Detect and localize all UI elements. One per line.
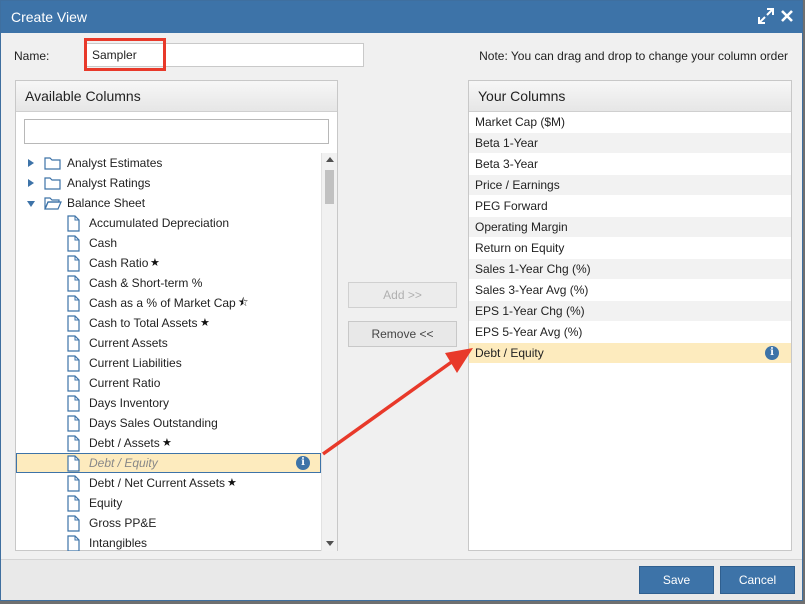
column-filter-input[interactable] <box>24 119 329 144</box>
selected-column-item[interactable]: EPS 5-Year Avg (%) <box>469 322 791 343</box>
tree-item[interactable]: Debt / Assets ★ <box>16 433 321 453</box>
selected-column-label: Sales 3-Year Avg (%) <box>475 283 589 297</box>
star-icon: ★ <box>227 477 237 489</box>
selected-column-item[interactable]: Market Cap ($M) <box>469 112 791 133</box>
selected-column-item[interactable]: Beta 1-Year <box>469 133 791 154</box>
your-columns-list: Market Cap ($M) Beta 1-Year Beta 3-Year Pri… <box>469 112 791 364</box>
dialog-title: Create View <box>11 9 88 25</box>
selected-column-item[interactable]: Beta 3-Year <box>469 154 791 175</box>
tree-item[interactable]: Cash Ratio ★ <box>16 253 321 273</box>
tree-item[interactable]: Debt / Equity i <box>16 453 321 473</box>
tree-folder[interactable]: Analyst Ratings <box>16 173 321 193</box>
selected-column-label: Debt / Equity <box>475 346 544 360</box>
selected-column-item[interactable]: Debt / Equity i <box>469 343 791 364</box>
selected-column-label: Return on Equity <box>475 241 565 255</box>
star-icon: ★ <box>150 257 160 269</box>
info-icon[interactable]: i <box>296 456 310 470</box>
tree-item-label: Current Assets <box>89 336 168 350</box>
selected-column-item[interactable]: Price / Earnings <box>469 175 791 196</box>
tree-item-label: Intangibles <box>89 536 148 550</box>
tree-item[interactable]: Intangibles <box>16 533 321 551</box>
tree-item-label: Cash & Short-term % <box>89 276 203 290</box>
tree-scrollbar[interactable] <box>321 153 337 551</box>
available-columns-tree: Analyst Estimates Analyst Ratings Balance … <box>16 153 321 551</box>
star-icon: ★ <box>162 437 172 449</box>
tree-item-label: Days Sales Outstanding <box>89 416 218 430</box>
chevron-right-icon[interactable] <box>28 179 34 187</box>
selected-column-label: Operating Margin <box>475 220 568 234</box>
tree-item[interactable]: Gross PP&E <box>16 513 321 533</box>
tree-item[interactable]: Cash to Total Assets ★ <box>16 313 321 333</box>
available-columns-panel: Available Columns Analyst Estimates Analy… <box>15 80 338 551</box>
your-columns-panel: Your Columns Market Cap ($M) Beta 1-Year B… <box>468 80 792 551</box>
tree-item-label: Balance Sheet <box>67 196 146 210</box>
tree-item[interactable]: Cash & Short-term % <box>16 273 321 293</box>
remove-button[interactable]: Remove << <box>348 321 457 347</box>
add-button[interactable]: Add >> <box>348 282 457 308</box>
selected-column-item[interactable]: EPS 1-Year Chg (%) <box>469 301 791 322</box>
half-star-icon: ⯪ <box>238 297 249 309</box>
name-input[interactable] <box>85 43 364 67</box>
tree-item-label: Debt / Equity <box>89 456 158 470</box>
selected-column-item[interactable]: Sales 3-Year Avg (%) <box>469 280 791 301</box>
cancel-button[interactable]: Cancel <box>720 566 795 594</box>
tree-item[interactable]: Cash <box>16 233 321 253</box>
tree-item[interactable]: Debt / Net Current Assets ★ <box>16 473 321 493</box>
selected-column-label: Sales 1-Year Chg (%) <box>475 262 591 276</box>
tree-item[interactable]: Current Liabilities <box>16 353 321 373</box>
maximize-icon[interactable] <box>757 7 775 25</box>
tree-item-label: Current Liabilities <box>89 356 182 370</box>
tree-item-label: Accumulated Depreciation <box>89 216 230 230</box>
tree-item-label: Cash <box>89 236 118 250</box>
tree-item-label: Cash to Total Assets <box>89 316 198 330</box>
selected-column-item[interactable]: Sales 1-Year Chg (%) <box>469 259 791 280</box>
tree-item-label: Equity <box>89 496 123 510</box>
tree-item-label: Analyst Ratings <box>67 176 151 190</box>
tree-item-label: Cash Ratio <box>89 256 149 270</box>
save-button[interactable]: Save <box>639 566 714 594</box>
scroll-thumb[interactable] <box>325 170 334 204</box>
tree-item[interactable]: Accumulated Depreciation <box>16 213 321 233</box>
tree-item[interactable]: Days Inventory <box>16 393 321 413</box>
scroll-up-icon[interactable] <box>326 157 334 162</box>
tree-item-label: Debt / Net Current Assets <box>89 476 226 490</box>
name-label: Name: <box>14 49 50 63</box>
tree-item-label: Analyst Estimates <box>67 156 163 170</box>
tree-item[interactable]: Current Ratio <box>16 373 321 393</box>
tree-item[interactable]: Current Assets <box>16 333 321 353</box>
selected-column-label: Market Cap ($M) <box>475 115 566 129</box>
tree-item-label: Gross PP&E <box>89 516 157 530</box>
selected-column-label: EPS 1-Year Chg (%) <box>475 304 585 318</box>
scroll-down-icon[interactable] <box>326 541 334 546</box>
selected-column-label: Price / Earnings <box>475 178 560 192</box>
chevron-right-icon[interactable] <box>28 159 34 167</box>
star-icon: ★ <box>200 317 210 329</box>
tree-item-label: Days Inventory <box>89 396 170 410</box>
tree-item-label: Cash as a % of Market Cap <box>89 296 236 310</box>
selected-column-label: PEG Forward <box>475 199 548 213</box>
your-columns-header: Your Columns <box>469 81 791 112</box>
close-icon[interactable] <box>778 7 796 25</box>
selected-column-item[interactable]: Operating Margin <box>469 217 791 238</box>
dialog-titlebar: Create View <box>1 1 802 33</box>
info-icon[interactable]: i <box>765 346 779 360</box>
tree-item-label: Debt / Assets <box>89 436 160 450</box>
tree-item-label: Current Ratio <box>89 376 161 390</box>
selected-column-label: Beta 3-Year <box>475 157 538 171</box>
selected-column-label: Beta 1-Year <box>475 136 538 150</box>
available-columns-header: Available Columns <box>16 81 337 112</box>
tree-item[interactable]: Equity <box>16 493 321 513</box>
create-view-dialog: Create View Name: Note: You can drag and… <box>0 0 803 601</box>
tree-item[interactable]: Days Sales Outstanding <box>16 413 321 433</box>
chevron-down-icon[interactable] <box>27 201 35 207</box>
tree-item[interactable]: Cash as a % of Market Cap ⯪ <box>16 293 321 313</box>
selected-column-item[interactable]: PEG Forward <box>469 196 791 217</box>
selected-column-label: EPS 5-Year Avg (%) <box>475 325 583 339</box>
tree-folder[interactable]: Balance Sheet <box>16 193 321 213</box>
selected-column-item[interactable]: Return on Equity <box>469 238 791 259</box>
tree-folder[interactable]: Analyst Estimates <box>16 153 321 173</box>
drag-drop-note: Note: You can drag and drop to change yo… <box>479 49 788 63</box>
